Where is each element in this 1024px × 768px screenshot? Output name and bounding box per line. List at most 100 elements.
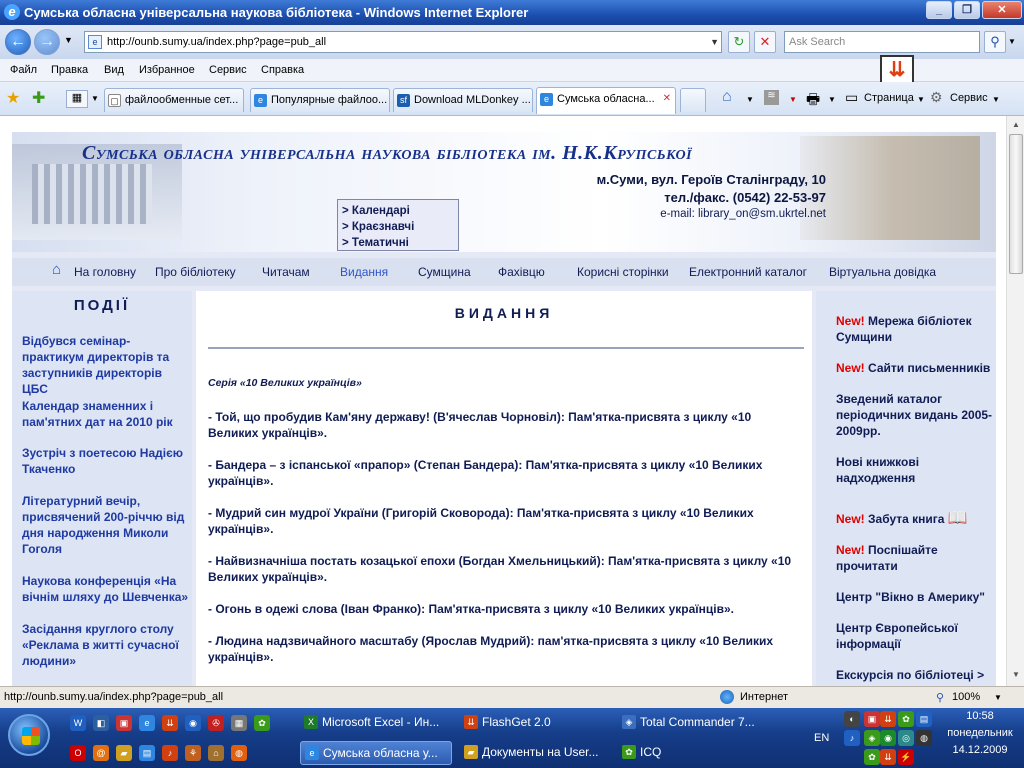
address-dropdown-icon[interactable]: ▼ xyxy=(710,32,719,52)
icq-icon[interactable]: ✿ xyxy=(254,715,270,731)
minimize-button[interactable]: _ xyxy=(926,1,952,19)
gear-icon[interactable]: ⚙ xyxy=(930,89,943,106)
print-dropdown-icon[interactable]: ▼ xyxy=(828,95,836,104)
zoom-icon[interactable]: ⚲ xyxy=(936,691,944,704)
new-tab-button[interactable] xyxy=(680,88,706,112)
tray-icon[interactable]: ▣ xyxy=(864,711,880,727)
app-icon[interactable]: ▣ xyxy=(116,715,132,731)
zoom-dropdown-icon[interactable]: ▼ xyxy=(994,693,1002,702)
tray-icon[interactable]: ◐ xyxy=(844,711,860,727)
firefox-icon[interactable]: ◍ xyxy=(231,745,247,761)
nav-readers[interactable]: Читачам xyxy=(262,265,310,279)
tray-icon[interactable]: ◍ xyxy=(916,730,932,746)
right-link-european-info[interactable]: Центр Європейської інформації xyxy=(836,620,994,652)
publication-item[interactable]: - Бандера – з іспанської «прапор» (Степа… xyxy=(208,457,798,489)
history-dropdown-icon[interactable]: ▼ xyxy=(64,35,73,45)
folder-icon[interactable]: ▰ xyxy=(116,745,132,761)
menu-favorites[interactable]: Избранное xyxy=(139,64,195,76)
volume-icon[interactable]: ♪ xyxy=(844,730,860,746)
nav-sumy-region[interactable]: Сумщина xyxy=(418,265,471,279)
submenu-thematic[interactable]: > Тематичні xyxy=(342,235,454,251)
page-menu[interactable]: Страница xyxy=(864,92,914,104)
publication-item[interactable]: - Огонь в одежі слова (Іван Франко): Пам… xyxy=(208,601,798,617)
right-link-writers[interactable]: New! Сайти письменників xyxy=(836,360,994,376)
stop-icon[interactable]: ✕ xyxy=(754,31,776,53)
home-icon[interactable]: ⌂ xyxy=(722,88,732,106)
forward-button[interactable]: → xyxy=(34,29,60,55)
quick-tabs-icon[interactable]: ▦ xyxy=(66,90,88,108)
opera-icon[interactable]: O xyxy=(70,745,86,761)
app-icon[interactable]: ◉ xyxy=(185,715,201,731)
app-icon[interactable]: ⌂ xyxy=(208,745,224,761)
page-dropdown-icon[interactable]: ▼ xyxy=(917,95,925,104)
publication-item[interactable]: - Той, що пробудив Кам'яну державу! (В'я… xyxy=(208,409,798,441)
print-icon[interactable]: 🖶 xyxy=(806,89,820,114)
status-zoom[interactable]: 100% xyxy=(952,691,980,703)
taskbar-excel[interactable]: X Microsoft Excel - Ин... xyxy=(300,711,455,735)
taskbar-total-commander[interactable]: ◈ Total Commander 7... xyxy=(618,711,773,735)
word-icon[interactable]: W xyxy=(70,715,86,731)
tab-list-icon[interactable]: ▼ xyxy=(91,94,99,103)
taskbar-icq[interactable]: ✿ ICQ xyxy=(618,741,773,765)
event-link[interactable]: Засідання круглого столу «Реклама в житт… xyxy=(22,621,190,669)
language-indicator[interactable]: EN xyxy=(814,732,829,744)
nav-about[interactable]: Про бібліотеку xyxy=(155,265,236,279)
tray-icon[interactable]: ◈ xyxy=(864,730,880,746)
flashget-icon[interactable]: ⇊ xyxy=(162,715,178,731)
start-button[interactable] xyxy=(8,714,50,756)
submenu-local-history[interactable]: > Краєзнавчі xyxy=(342,219,454,235)
app-icon[interactable]: ▤ xyxy=(139,745,155,761)
app-icon[interactable]: ⚘ xyxy=(185,745,201,761)
flashget-icon[interactable]: ⇊ xyxy=(880,55,914,85)
tray-icon[interactable]: ◉ xyxy=(880,730,896,746)
home-icon[interactable]: ⌂ xyxy=(52,261,61,278)
icq-tray-icon[interactable]: ✿ xyxy=(898,711,914,727)
scroll-up-icon[interactable]: ▲ xyxy=(1009,118,1023,132)
right-link-periodicals[interactable]: Зведений каталог періодичних видань 2005… xyxy=(836,391,994,439)
taskbar-ie-active[interactable]: e Сумська обласна у... xyxy=(300,741,452,765)
tray-icon[interactable]: ◎ xyxy=(898,730,914,746)
right-link-read-now[interactable]: New! Поспішайте прочитати xyxy=(836,542,994,574)
right-link-window-america[interactable]: Центр "Вікно в Америку" xyxy=(836,589,994,605)
ie-icon[interactable]: e xyxy=(139,715,155,731)
flashget-tray-icon[interactable]: ⇊ xyxy=(880,711,896,727)
calculator-icon[interactable]: ▦ xyxy=(231,715,247,731)
app-icon[interactable]: ◧ xyxy=(93,715,109,731)
close-tab-icon[interactable]: ✕ xyxy=(663,93,671,104)
app-icon[interactable]: @ xyxy=(93,745,109,761)
scroll-down-icon[interactable]: ▼ xyxy=(1009,668,1023,682)
menu-file[interactable]: Файл xyxy=(10,64,37,76)
search-icon[interactable]: ⚲ xyxy=(984,31,1006,53)
nav-catalog[interactable]: Електронний каталог xyxy=(689,265,807,279)
maximize-button[interactable]: ❐ xyxy=(954,1,980,19)
event-link[interactable]: Зустріч з поетесою Надією Ткаченко xyxy=(22,445,190,477)
feeds-dropdown-icon[interactable]: ▼ xyxy=(789,95,797,104)
menu-view[interactable]: Вид xyxy=(104,64,124,76)
home-dropdown-icon[interactable]: ▼ xyxy=(746,95,754,104)
favorites-star-icon[interactable]: ★ xyxy=(6,88,20,108)
search-input[interactable]: Ask Search xyxy=(784,31,980,53)
tools-menu[interactable]: Сервис xyxy=(950,92,988,104)
taskbar-documents[interactable]: ▰ Документы на User... xyxy=(460,741,615,765)
clock[interactable]: 10:58 понедельник 14.12.2009 xyxy=(940,708,1020,759)
shield-icon[interactable]: ⚡ xyxy=(898,749,914,765)
event-link[interactable]: Наукова конференція «На вічнім шляху до … xyxy=(22,573,190,605)
nav-professionals[interactable]: Фахівцю xyxy=(498,265,545,279)
right-link-new-books[interactable]: Нові книжкові надходження xyxy=(824,454,982,486)
right-link-tour[interactable]: Екскурсія по бібліотеці > xyxy=(836,667,994,683)
email[interactable]: e-mail: library_on@sm.ukrtel.net xyxy=(660,208,826,220)
publication-item[interactable]: - Найвизначніша постать козацької епохи … xyxy=(208,553,798,585)
right-link-libraries[interactable]: New! Мережа бібліотек Сумщини xyxy=(836,313,994,345)
event-link[interactable]: Відбувся семінар-практикум директорів та… xyxy=(22,333,190,397)
page-menu-icon[interactable]: ▭ xyxy=(845,89,858,106)
right-link-forgotten-book[interactable]: New! Забута книга 📖 xyxy=(836,511,994,527)
add-favorite-icon[interactable]: ✚ xyxy=(32,88,45,108)
scroll-thumb[interactable] xyxy=(1009,134,1023,274)
address-bar[interactable]: e http://ounb.sumy.ua/index.php?page=pub… xyxy=(84,31,722,53)
submenu-calendars[interactable]: > Календарі xyxy=(342,203,454,219)
tab-1[interactable]: ▢ файлообменные сет... xyxy=(104,88,244,112)
tray-icon[interactable]: ✿ xyxy=(864,749,880,765)
tools-dropdown-icon[interactable]: ▼ xyxy=(992,95,1000,104)
menu-tools[interactable]: Сервис xyxy=(209,64,247,76)
nav-virtual-reference[interactable]: Віртуальна довідка xyxy=(829,265,936,279)
